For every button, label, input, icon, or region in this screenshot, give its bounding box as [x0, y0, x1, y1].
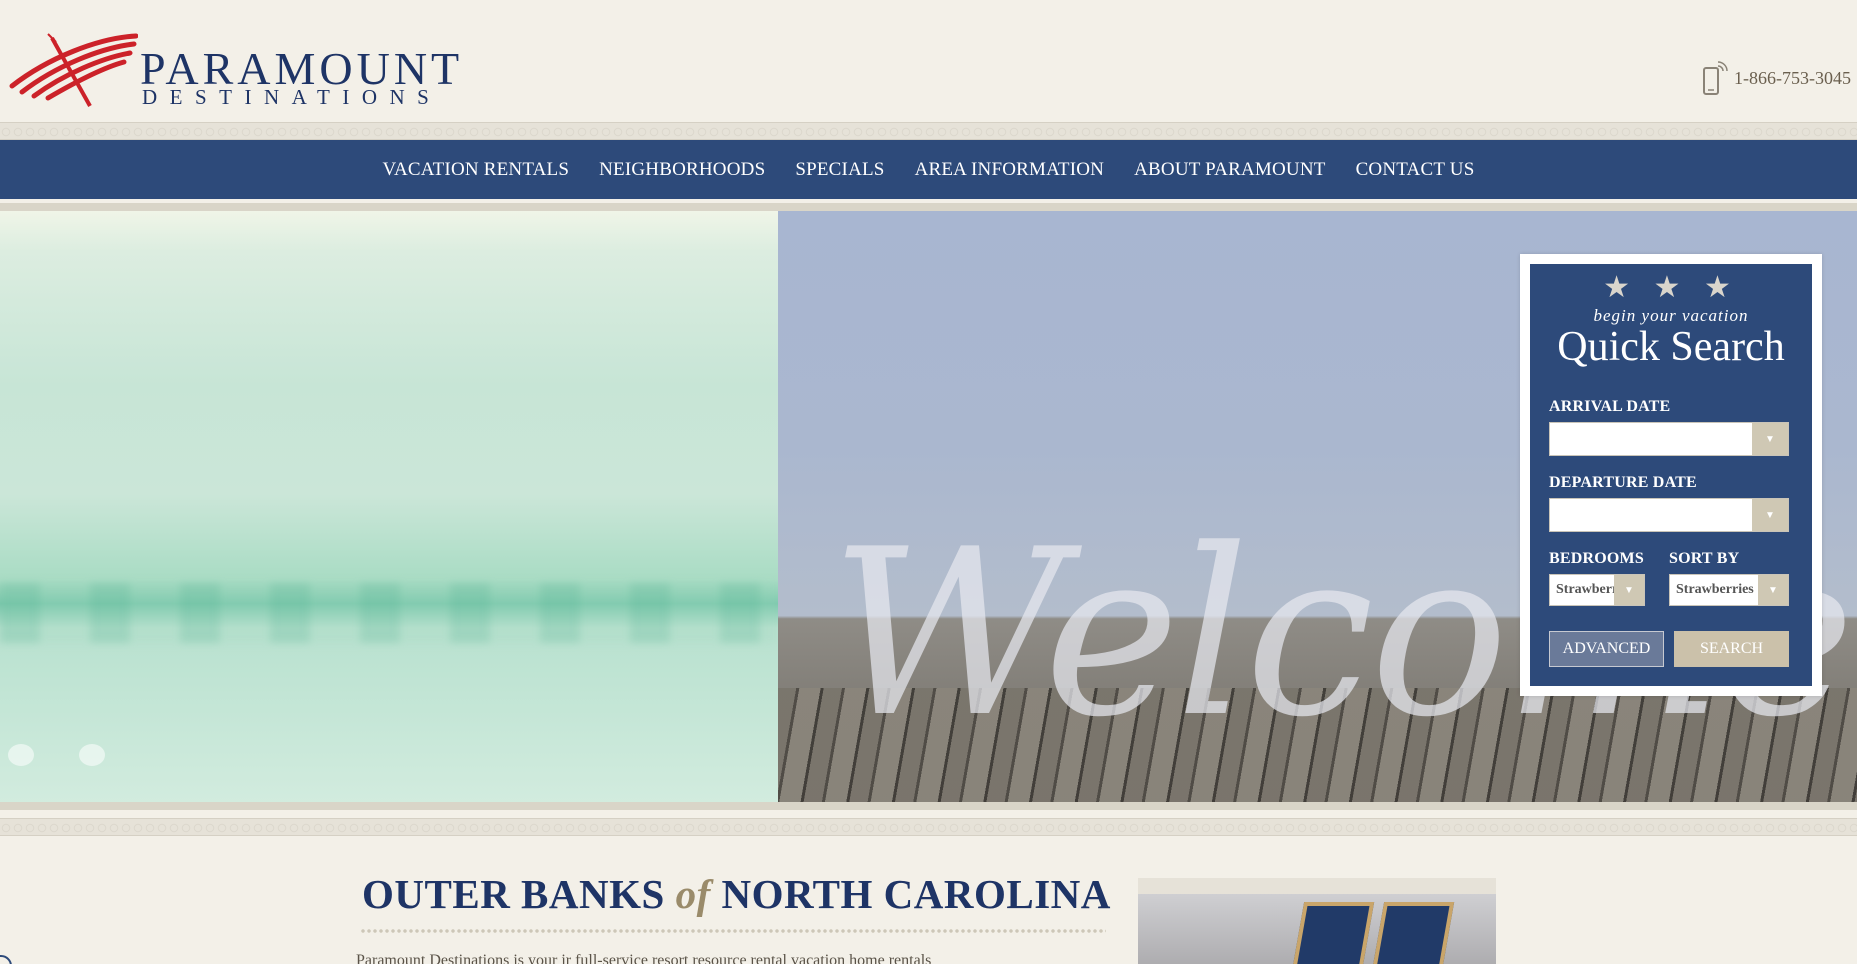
main-nav: VACATION RENTALS NEIGHBORHOODS SPECIALS …: [0, 140, 1857, 199]
lace-divider-lower: [0, 818, 1857, 836]
title-outer-banks: OUTER BANKS: [362, 871, 665, 917]
hero-image-ocean: [0, 203, 778, 810]
stars-icon: ★ ★ ★: [1603, 271, 1739, 304]
beach-chair-image: [1291, 902, 1375, 964]
advanced-button[interactable]: ADVANCED: [1549, 631, 1664, 667]
title-of: of: [675, 871, 711, 917]
slide-dot-1[interactable]: [8, 744, 34, 766]
sort-by-select-value: Strawberries: [1676, 582, 1754, 597]
title-divider: [360, 928, 1106, 934]
site-header: PARAMOUNT DESTINATIONS 1-866-753-3045: [0, 0, 1857, 122]
beach-chairs-photo: [1138, 878, 1496, 964]
title-north-carolina: NORTH CAROLINA: [721, 871, 1111, 917]
hero-torn-edge-top: [0, 203, 1857, 211]
hero-torn-edge-bottom: [0, 802, 1857, 810]
chevron-down-icon[interactable]: ▼: [1752, 499, 1788, 531]
mobile-phone-icon: [1703, 61, 1728, 95]
nav-about-paramount[interactable]: ABOUT PARAMOUNT: [1119, 159, 1340, 181]
brand-tagline: DESTINATIONS: [142, 85, 442, 109]
quick-search-title: Quick Search: [1557, 324, 1785, 370]
lace-divider: [0, 122, 1857, 140]
nav-vacation-rentals[interactable]: VACATION RENTALS: [368, 159, 585, 181]
search-button[interactable]: SEARCH: [1674, 631, 1789, 667]
chevron-down-icon[interactable]: ▼: [1758, 575, 1788, 605]
nav-area-information[interactable]: AREA INFORMATION: [900, 159, 1120, 181]
arrival-date-input[interactable]: ▼: [1549, 422, 1789, 456]
umbrella-logo-icon: [9, 33, 138, 107]
brand-logo[interactable]: PARAMOUNT DESTINATIONS: [8, 28, 459, 110]
nav-contact-us[interactable]: CONTACT US: [1341, 159, 1490, 181]
bedrooms-label: BEDROOMS: [1549, 550, 1644, 567]
arrival-date-label: ARRIVAL DATE: [1549, 398, 1671, 415]
nav-specials[interactable]: SPECIALS: [780, 159, 899, 181]
phone-contact[interactable]: 1-866-753-3045: [1700, 60, 1851, 96]
intro-text: Paramount Destinations is your ir full-s…: [356, 952, 932, 964]
phone-number[interactable]: 1-866-753-3045: [1734, 68, 1851, 89]
bedrooms-select-value: Strawberries: [1556, 582, 1616, 597]
departure-date-input[interactable]: ▼: [1549, 498, 1789, 532]
chevron-down-icon[interactable]: ▼: [1752, 423, 1788, 455]
sort-by-select[interactable]: Strawberries ▼: [1669, 574, 1789, 606]
chat-icon[interactable]: [0, 955, 12, 964]
beach-chair-image: [1371, 902, 1455, 964]
nav-neighborhoods[interactable]: NEIGHBORHOODS: [584, 159, 780, 181]
page-title: OUTER BANKS of NORTH CAROLINA: [362, 870, 1111, 918]
bedrooms-select[interactable]: Strawberries ▼: [1549, 574, 1645, 606]
quick-search-panel: ★ ★ ★ begin your vacation Quick Search A…: [1520, 254, 1822, 696]
departure-date-label: DEPARTURE DATE: [1549, 474, 1697, 491]
quick-search-form: ★ ★ ★ begin your vacation Quick Search A…: [1530, 264, 1812, 686]
sort-by-label: SORT BY: [1669, 550, 1740, 567]
slide-dot-2[interactable]: [79, 744, 105, 766]
chevron-down-icon[interactable]: ▼: [1614, 575, 1644, 605]
